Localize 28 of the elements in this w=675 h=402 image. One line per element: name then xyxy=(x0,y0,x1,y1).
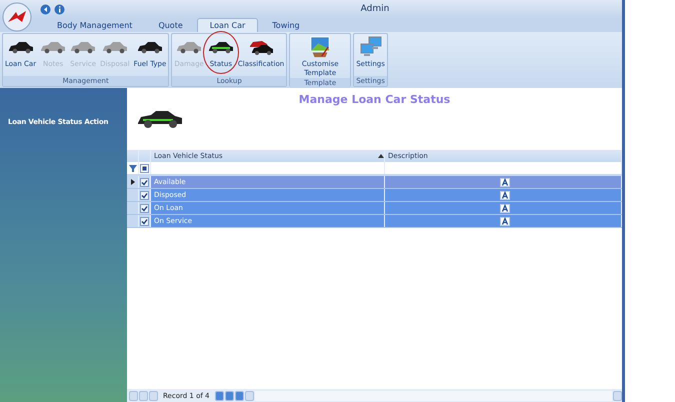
sort-ascending-icon[interactable] xyxy=(378,154,384,158)
back-icon[interactable] xyxy=(40,4,51,14)
text-icon[interactable] xyxy=(500,178,510,186)
next-page-button[interactable] xyxy=(224,390,234,400)
text-icon[interactable] xyxy=(500,216,510,226)
ribbon-tab[interactable]: Quote xyxy=(146,18,195,32)
checkbox[interactable] xyxy=(140,178,149,186)
ribbon-tab[interactable]: Loan Car xyxy=(196,18,258,32)
checkbox[interactable] xyxy=(140,190,149,200)
filter-icon[interactable] xyxy=(128,164,136,172)
ribbon-tab[interactable]: Body Management xyxy=(45,18,144,32)
highlight-circle xyxy=(202,31,239,74)
last-page-button[interactable] xyxy=(234,390,244,400)
current-row-icon xyxy=(130,179,134,185)
text-icon[interactable] xyxy=(500,190,510,200)
next-record-button[interactable] xyxy=(214,390,224,400)
template-icon xyxy=(308,36,332,58)
text-icon[interactable] xyxy=(500,204,510,212)
computers-icon xyxy=(358,36,383,58)
page-title: Manage Loan Car Status xyxy=(298,93,450,108)
filter-checkbox-icon[interactable] xyxy=(140,164,149,172)
horizontal-scrollbar[interactable] xyxy=(254,390,612,400)
ribbon-tab[interactable]: Towing xyxy=(260,18,312,32)
checkbox[interactable] xyxy=(140,216,149,226)
checkbox[interactable] xyxy=(140,204,149,212)
car-icon xyxy=(137,108,183,130)
window-title: Admin xyxy=(360,4,390,14)
info-icon[interactable] xyxy=(54,4,65,14)
